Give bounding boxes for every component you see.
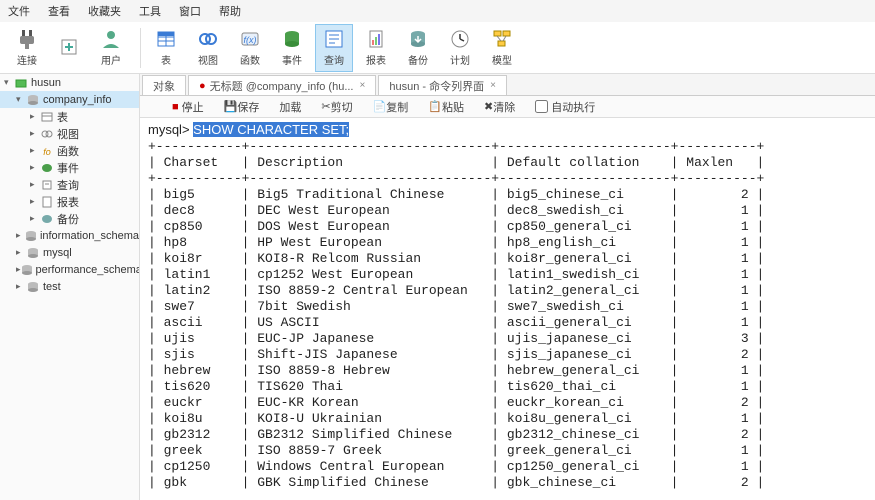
close-tab-icon[interactable]: × <box>360 80 366 91</box>
expand-arrow[interactable]: ▸ <box>30 162 40 173</box>
menu-查看[interactable]: 查看 <box>48 3 70 19</box>
tree-node-视图[interactable]: ▸视图 <box>0 125 139 142</box>
tree-node-company_info[interactable]: ▾company_info <box>0 91 139 108</box>
toolbar-schedule[interactable]: 计划 <box>441 24 479 72</box>
svg-text:f(x): f(x) <box>244 35 257 45</box>
toolbar-view[interactable]: 视图 <box>189 24 227 72</box>
function-icon: f(x) <box>239 28 261 50</box>
expand-arrow[interactable]: ▸ <box>16 247 26 258</box>
content-area: 对象●无标题 @company_info (hu...×husun - 命令列界… <box>140 74 875 500</box>
expand-arrow[interactable]: ▸ <box>30 128 40 139</box>
tree-node-查询[interactable]: ▸查询 <box>0 176 139 193</box>
copy-button[interactable]: 📄 复制 <box>373 99 419 115</box>
new-icon <box>58 36 80 58</box>
tab[interactable]: husun - 命令列界面× <box>378 75 507 95</box>
evt-icon <box>40 161 54 175</box>
svg-text:fo: fo <box>43 147 51 157</box>
bak-icon <box>40 212 54 226</box>
tree-node-备份[interactable]: ▸备份 <box>0 210 139 227</box>
cut-button[interactable]: ✂ 剪切 <box>321 99 362 115</box>
toolbar-backup[interactable]: 备份 <box>399 24 437 72</box>
menu-工具[interactable]: 工具 <box>139 3 161 19</box>
views-icon <box>40 127 54 141</box>
expand-arrow[interactable]: ▸ <box>30 111 40 122</box>
tree-node-test[interactable]: ▸test <box>0 278 139 295</box>
auto-run-checkbox[interactable]: 自动执行 <box>535 99 605 115</box>
db-icon <box>14 76 28 90</box>
toolbar-event[interactable]: 事件 <box>273 24 311 72</box>
expand-arrow[interactable]: ▾ <box>16 94 26 105</box>
rpt-icon <box>40 195 54 209</box>
tree-node-表[interactable]: ▸表 <box>0 108 139 125</box>
tab-bar: 对象●无标题 @company_info (hu...×husun - 命令列界… <box>140 74 875 96</box>
backup-icon <box>407 28 429 50</box>
expand-arrow[interactable]: ▸ <box>30 196 40 207</box>
schema-icon <box>21 263 33 277</box>
expand-arrow[interactable]: ▸ <box>16 230 25 241</box>
tables-icon <box>40 110 54 124</box>
user-icon <box>100 28 122 50</box>
expand-arrow[interactable]: ▸ <box>30 179 40 190</box>
query-icon <box>323 28 345 50</box>
schema-icon <box>26 246 40 260</box>
toolbar-user[interactable]: 用户 <box>92 24 130 72</box>
toolbar-model[interactable]: 模型 <box>483 24 521 72</box>
tree-node-函数[interactable]: ▸fo函数 <box>0 142 139 159</box>
menu-bar: 文件 查看 收藏夹 工具 窗口 帮助 <box>0 0 875 22</box>
terminal-output[interactable]: mysql> SHOW CHARACTER SET; +-----------+… <box>140 118 875 500</box>
menu-收藏夹[interactable]: 收藏夹 <box>88 3 121 19</box>
tree-node-performance_schema[interactable]: ▸performance_schema <box>0 261 139 278</box>
tree-node-mysql[interactable]: ▸mysql <box>0 244 139 261</box>
menu-窗口[interactable]: 窗口 <box>179 3 201 19</box>
toolbar-query[interactable]: 查询 <box>315 24 353 72</box>
close-tab-icon[interactable]: × <box>490 80 496 91</box>
toolbar-table[interactable]: 表 <box>147 24 185 72</box>
schema-icon <box>26 280 40 294</box>
load-button[interactable]: 加载 <box>279 99 311 115</box>
expand-arrow[interactable]: ▾ <box>4 77 14 88</box>
tree-node-husun[interactable]: ▾husun <box>0 74 139 91</box>
clear-button[interactable]: ✖ 清除 <box>484 99 525 115</box>
sql-command: SHOW CHARACTER SET; <box>193 122 349 137</box>
tree-node-报表[interactable]: ▸报表 <box>0 193 139 210</box>
main-toolbar: 连接用户表视图f(x)函数事件查询报表备份计划模型 <box>0 22 875 74</box>
toolbar-new[interactable] <box>50 24 88 72</box>
event-icon <box>281 28 303 50</box>
schema-icon <box>26 93 40 107</box>
menu-帮助[interactable]: 帮助 <box>219 3 241 19</box>
tab[interactable]: 对象 <box>142 75 186 95</box>
expand-arrow[interactable]: ▸ <box>30 145 40 156</box>
schema-icon <box>25 229 37 243</box>
hamburger-icon[interactable] <box>146 100 162 114</box>
paste-button[interactable]: 📋 粘贴 <box>428 99 474 115</box>
toolbar-plug[interactable]: 连接 <box>8 24 46 72</box>
stop-button[interactable]: ■停止 <box>172 99 214 115</box>
prompt: mysql> <box>148 122 193 137</box>
tree-node-information_schema[interactable]: ▸information_schema <box>0 227 139 244</box>
plug-icon <box>16 28 38 50</box>
view-icon <box>197 28 219 50</box>
sidebar: ▾husun▾company_info▸表▸视图▸fo函数▸事件▸查询▸报表▸备… <box>0 74 140 500</box>
table-icon <box>155 28 177 50</box>
qry-icon <box>40 178 54 192</box>
tab[interactable]: ●无标题 @company_info (hu...× <box>188 75 376 95</box>
toolbar-function[interactable]: f(x)函数 <box>231 24 269 72</box>
report-icon <box>365 28 387 50</box>
expand-arrow[interactable]: ▸ <box>16 281 26 292</box>
expand-arrow[interactable]: ▸ <box>30 213 40 224</box>
schedule-icon <box>449 28 471 50</box>
model-icon <box>491 28 513 50</box>
menu-文件[interactable]: 文件 <box>8 3 30 19</box>
sub-toolbar: ■停止 💾 保存 加载 ✂ 剪切 📄 复制 📋 粘贴 ✖ 清除 自动执行 <box>140 96 875 118</box>
fx-icon: fo <box>40 144 54 158</box>
save-button[interactable]: 💾 保存 <box>224 99 270 115</box>
toolbar-report[interactable]: 报表 <box>357 24 395 72</box>
tree-node-事件[interactable]: ▸事件 <box>0 159 139 176</box>
